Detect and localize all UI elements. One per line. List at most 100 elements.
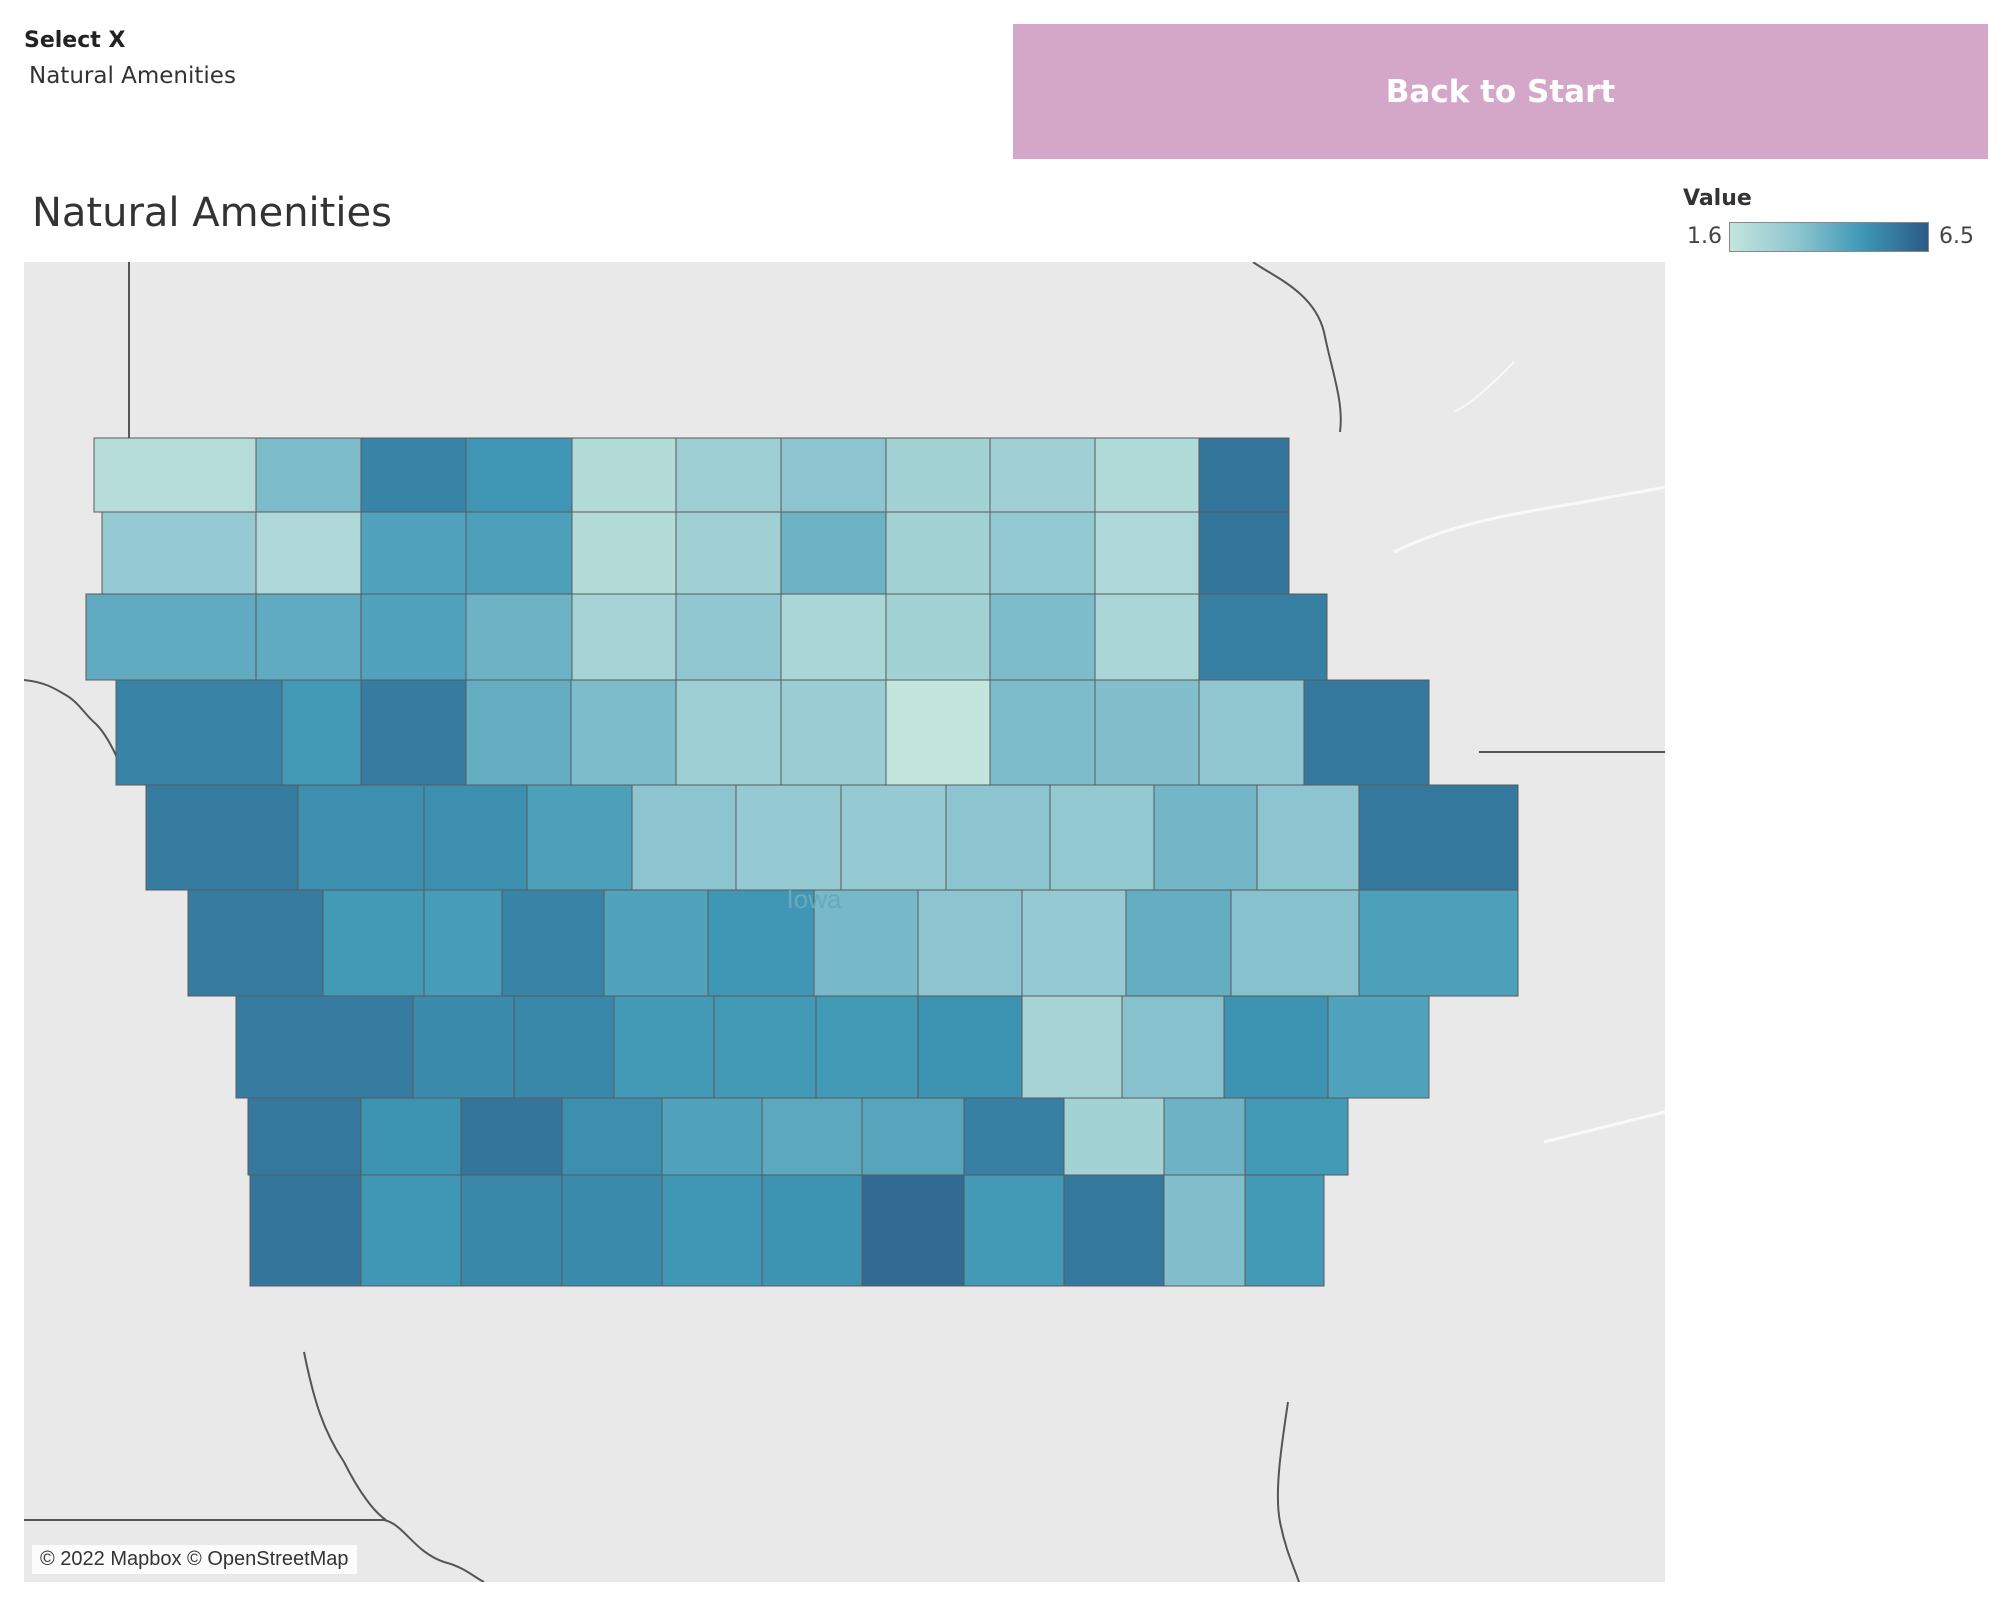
county-region[interactable] bbox=[1153, 784, 1258, 891]
county-region[interactable] bbox=[1198, 511, 1290, 595]
county-region[interactable] bbox=[661, 1174, 763, 1287]
county-region[interactable] bbox=[1094, 679, 1200, 786]
county-region[interactable] bbox=[513, 995, 615, 1099]
county-region[interactable] bbox=[360, 437, 467, 513]
county-region[interactable] bbox=[713, 995, 817, 1099]
county-region[interactable] bbox=[249, 1174, 362, 1287]
county-region[interactable] bbox=[101, 511, 257, 595]
county-region[interactable] bbox=[465, 511, 573, 595]
county-region[interactable] bbox=[1121, 995, 1225, 1099]
county-region[interactable] bbox=[1049, 784, 1155, 891]
county-region[interactable] bbox=[1163, 1174, 1246, 1287]
county-region[interactable] bbox=[963, 1174, 1065, 1287]
county-region[interactable] bbox=[1063, 1174, 1165, 1287]
county-region[interactable] bbox=[115, 679, 283, 786]
county-region[interactable] bbox=[661, 1097, 763, 1176]
county-region[interactable] bbox=[460, 1174, 563, 1287]
back-to-start-button[interactable]: Back to Start bbox=[1013, 24, 1988, 159]
county-region[interactable] bbox=[255, 593, 362, 681]
county-region[interactable] bbox=[780, 679, 887, 786]
county-region[interactable] bbox=[885, 679, 991, 786]
county-region[interactable] bbox=[815, 995, 919, 1099]
county-region[interactable] bbox=[1021, 995, 1123, 1099]
county-region[interactable] bbox=[989, 511, 1096, 595]
county-region[interactable] bbox=[631, 784, 737, 891]
county-region[interactable] bbox=[423, 889, 503, 997]
county-region[interactable] bbox=[85, 593, 257, 681]
county-region[interactable] bbox=[412, 995, 515, 1099]
county-region[interactable] bbox=[1163, 1097, 1246, 1176]
filter-value[interactable]: Natural Amenities bbox=[29, 63, 236, 89]
county-region[interactable] bbox=[1063, 1097, 1165, 1176]
county-region[interactable] bbox=[526, 784, 633, 891]
county-region[interactable] bbox=[761, 1097, 863, 1176]
county-region[interactable] bbox=[1198, 593, 1328, 681]
county-region[interactable] bbox=[93, 437, 257, 513]
county-region[interactable] bbox=[917, 995, 1023, 1099]
county-region[interactable] bbox=[1223, 995, 1329, 1099]
county-region[interactable] bbox=[1303, 679, 1430, 786]
county-region[interactable] bbox=[780, 593, 887, 681]
county-region[interactable] bbox=[360, 511, 467, 595]
county-region[interactable] bbox=[885, 437, 991, 513]
county-region[interactable] bbox=[145, 784, 299, 891]
county-region[interactable] bbox=[571, 511, 677, 595]
county-region[interactable] bbox=[780, 437, 887, 513]
county-region[interactable] bbox=[1198, 679, 1305, 786]
county-region[interactable] bbox=[360, 593, 467, 681]
county-region[interactable] bbox=[1230, 889, 1360, 997]
county-region[interactable] bbox=[255, 511, 362, 595]
county-region[interactable] bbox=[761, 1174, 863, 1287]
county-region[interactable] bbox=[675, 593, 782, 681]
county-region[interactable] bbox=[360, 1097, 462, 1176]
county-region[interactable] bbox=[1256, 784, 1360, 891]
county-region[interactable] bbox=[1244, 1097, 1349, 1176]
county-region[interactable] bbox=[571, 437, 677, 513]
county-region[interactable] bbox=[360, 1174, 462, 1287]
county-region[interactable] bbox=[281, 679, 362, 786]
county-region[interactable] bbox=[571, 593, 677, 681]
county-region[interactable] bbox=[1094, 511, 1200, 595]
county-region[interactable] bbox=[1358, 889, 1519, 997]
county-region[interactable] bbox=[1094, 437, 1200, 513]
county-region[interactable] bbox=[247, 1097, 362, 1176]
county-region[interactable] bbox=[885, 511, 991, 595]
county-region[interactable] bbox=[465, 437, 573, 513]
county-region[interactable] bbox=[861, 1097, 965, 1176]
county-region[interactable] bbox=[322, 889, 425, 997]
county-region[interactable] bbox=[561, 1174, 663, 1287]
county-region[interactable] bbox=[780, 511, 887, 595]
county-region[interactable] bbox=[989, 679, 1096, 786]
county-region[interactable] bbox=[840, 784, 947, 891]
county-region[interactable] bbox=[989, 437, 1096, 513]
county-region[interactable] bbox=[861, 1174, 965, 1287]
map-canvas[interactable]: Iowa © 2022 Mapbox © OpenStreetMap bbox=[24, 262, 1665, 1582]
county-region[interactable] bbox=[917, 889, 1023, 997]
county-region[interactable] bbox=[885, 593, 991, 681]
county-region[interactable] bbox=[1198, 437, 1290, 513]
county-region[interactable] bbox=[501, 889, 605, 997]
county-region[interactable] bbox=[423, 784, 528, 891]
county-region[interactable] bbox=[675, 511, 782, 595]
county-region[interactable] bbox=[235, 995, 414, 1099]
county-region[interactable] bbox=[187, 889, 324, 997]
county-region[interactable] bbox=[675, 679, 782, 786]
county-region[interactable] bbox=[1094, 593, 1200, 681]
county-region[interactable] bbox=[613, 995, 715, 1099]
county-region[interactable] bbox=[963, 1097, 1065, 1176]
county-region[interactable] bbox=[675, 437, 782, 513]
county-region[interactable] bbox=[1125, 889, 1232, 997]
county-region[interactable] bbox=[561, 1097, 663, 1176]
county-region[interactable] bbox=[360, 679, 467, 786]
county-region[interactable] bbox=[465, 593, 573, 681]
county-region[interactable] bbox=[735, 784, 842, 891]
county-region[interactable] bbox=[570, 679, 677, 786]
county-region[interactable] bbox=[603, 889, 709, 997]
county-region[interactable] bbox=[1358, 784, 1519, 891]
county-region[interactable] bbox=[297, 784, 425, 891]
county-region[interactable] bbox=[1244, 1174, 1325, 1287]
county-region[interactable] bbox=[460, 1097, 563, 1176]
county-region[interactable] bbox=[989, 593, 1096, 681]
county-region[interactable] bbox=[1021, 889, 1127, 997]
county-region[interactable] bbox=[1327, 995, 1430, 1099]
